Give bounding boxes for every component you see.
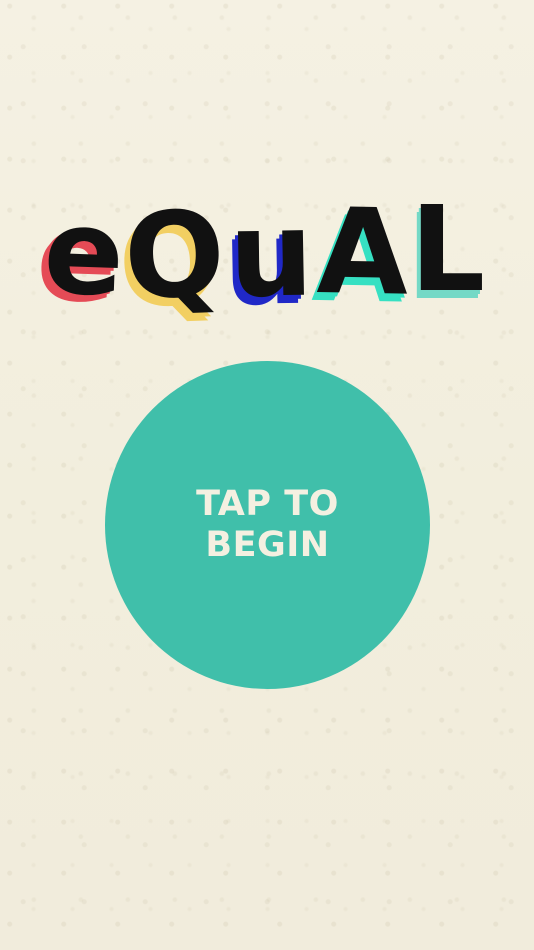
equal-logo: e Q u A L: [42, 176, 496, 326]
logo-letter-q: Q: [121, 184, 223, 326]
tap-to-begin-button[interactable]: TAP TO BEGIN: [105, 361, 430, 689]
tap-to-begin-label: TAP TO BEGIN: [196, 483, 339, 565]
logo-letter-e: e: [41, 182, 123, 323]
logo-letter-a: A: [315, 182, 406, 322]
logo-letter-u: u: [227, 184, 311, 324]
logo-letter-l: L: [410, 180, 485, 318]
